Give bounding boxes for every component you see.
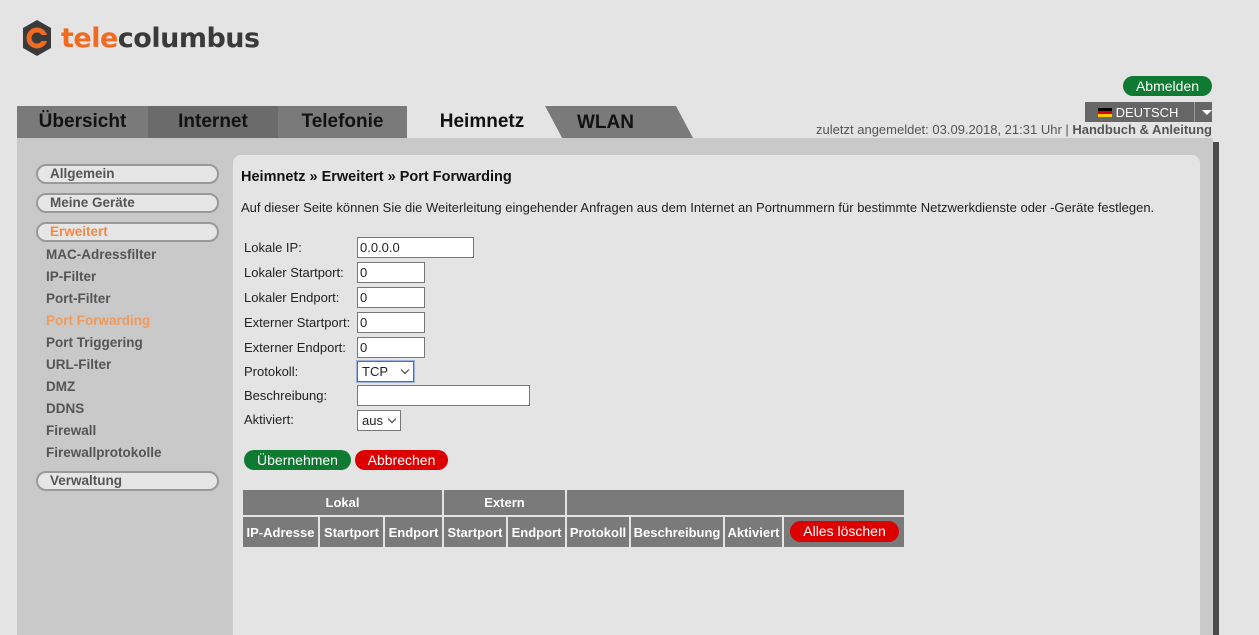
external-endport-input[interactable]: 0 (357, 337, 425, 358)
caret-down-icon[interactable] (1202, 109, 1212, 115)
tab-heimnetz[interactable]: Heimnetz (407, 106, 557, 138)
last-login-text: zuletzt angemeldet: 03.09.2018, 21:31 Uh… (816, 122, 1073, 137)
table-header-ip-adresse: IP-Adresse (243, 517, 318, 547)
local-endport-label: Lokaler Endport: (244, 290, 340, 305)
local-ip-input[interactable]: 0.0.0.0 (357, 237, 474, 258)
table-header-ext-startport: Startport (444, 517, 506, 547)
tab-wlan-label: WLAN (577, 112, 634, 133)
protocol-select[interactable]: TCP (357, 361, 414, 382)
table-header-endport: Endport (385, 517, 442, 547)
tab-uebersicht[interactable]: Übersicht (17, 106, 148, 138)
external-endport-label: Externer Endport: (244, 340, 346, 355)
manual-link[interactable]: Handbuch & Anleitung (1072, 122, 1212, 137)
table-header-beschreibung: Beschreibung (631, 517, 723, 547)
apply-button[interactable]: Übernehmen (244, 450, 351, 470)
sidebar-item-firewall[interactable]: Firewall (46, 423, 96, 438)
tab-telefonie[interactable]: Telefonie (278, 106, 407, 138)
sidebar-item-port-triggering[interactable]: Port Triggering (46, 335, 143, 350)
page-description: Auf dieser Seite können Sie die Weiterle… (241, 200, 1155, 215)
table-header-ext-endport: Endport (508, 517, 565, 547)
enabled-label: Aktiviert: (244, 412, 294, 427)
sidebar-item-dmz[interactable]: DMZ (46, 379, 75, 394)
logo-wordmark: telecolumbus (61, 22, 260, 54)
sidebar-section-allgemein[interactable]: Allgemein (36, 164, 219, 184)
german-flag-icon (1098, 107, 1112, 117)
description-input[interactable] (357, 385, 530, 406)
local-startport-label: Lokaler Startport: (244, 265, 344, 280)
table-header-aktiviert: Aktiviert (725, 517, 782, 547)
external-startport-input[interactable]: 0 (357, 312, 425, 333)
sidebar-item-mac-adressfilter[interactable]: MAC-Adressfilter (46, 247, 156, 262)
chevron-down-icon (400, 365, 410, 374)
external-startport-label: Externer Startport: (244, 315, 351, 330)
telecolumbus-logo-icon (23, 20, 51, 56)
frame-shadow (1213, 142, 1219, 635)
sidebar-item-ip-filter[interactable]: IP-Filter (46, 269, 96, 284)
protocol-label: Protokoll: (244, 364, 299, 379)
table-group-lokal: Lokal (243, 490, 442, 515)
local-startport-input[interactable]: 0 (357, 262, 425, 283)
table-header-protokoll: Protokoll (567, 517, 629, 547)
clear-all-button[interactable]: Alles löschen (790, 521, 899, 542)
language-label: DEUTSCH (1115, 104, 1179, 120)
table-group-empty (567, 490, 904, 515)
language-divider (1194, 102, 1195, 122)
sidebar-item-port-filter[interactable]: Port-Filter (46, 291, 111, 306)
table-header-startport: Startport (320, 517, 383, 547)
sidebar-section-verwaltung[interactable]: Verwaltung (36, 471, 219, 491)
local-ip-label: Lokale IP: (244, 240, 302, 255)
last-login-info: zuletzt angemeldet: 03.09.2018, 21:31 Uh… (816, 122, 1212, 137)
protocol-value: TCP (362, 364, 388, 379)
sidebar-item-ddns[interactable]: DDNS (46, 401, 84, 416)
enabled-select[interactable]: aus (357, 410, 401, 431)
breadcrumb: Heimnetz » Erweitert » Port Forwarding (241, 169, 512, 185)
cancel-button[interactable]: Abbrechen (355, 450, 448, 470)
logout-button[interactable]: Abmelden (1123, 76, 1212, 96)
sidebar-item-url-filter[interactable]: URL-Filter (46, 357, 111, 372)
sidebar-section-erweitert[interactable]: Erweitert (36, 222, 219, 242)
description-label: Beschreibung: (244, 388, 328, 403)
chevron-down-icon (387, 414, 397, 423)
table-group-extern: Extern (444, 490, 565, 515)
sidebar-item-firewallprotokolle[interactable]: Firewallprotokolle (46, 445, 162, 460)
language-select[interactable]: DEUTSCH (1085, 102, 1212, 122)
tab-internet[interactable]: Internet (148, 106, 278, 138)
telecolumbus-logo: telecolumbus (20, 18, 260, 58)
sidebar-item-port-forwarding[interactable]: Port Forwarding (46, 313, 150, 328)
tab-wlan[interactable]: WLAN (540, 106, 695, 138)
sidebar-section-meine-geraete[interactable]: Meine Geräte (36, 193, 219, 213)
enabled-value: aus (362, 413, 383, 428)
local-endport-input[interactable]: 0 (357, 287, 425, 308)
